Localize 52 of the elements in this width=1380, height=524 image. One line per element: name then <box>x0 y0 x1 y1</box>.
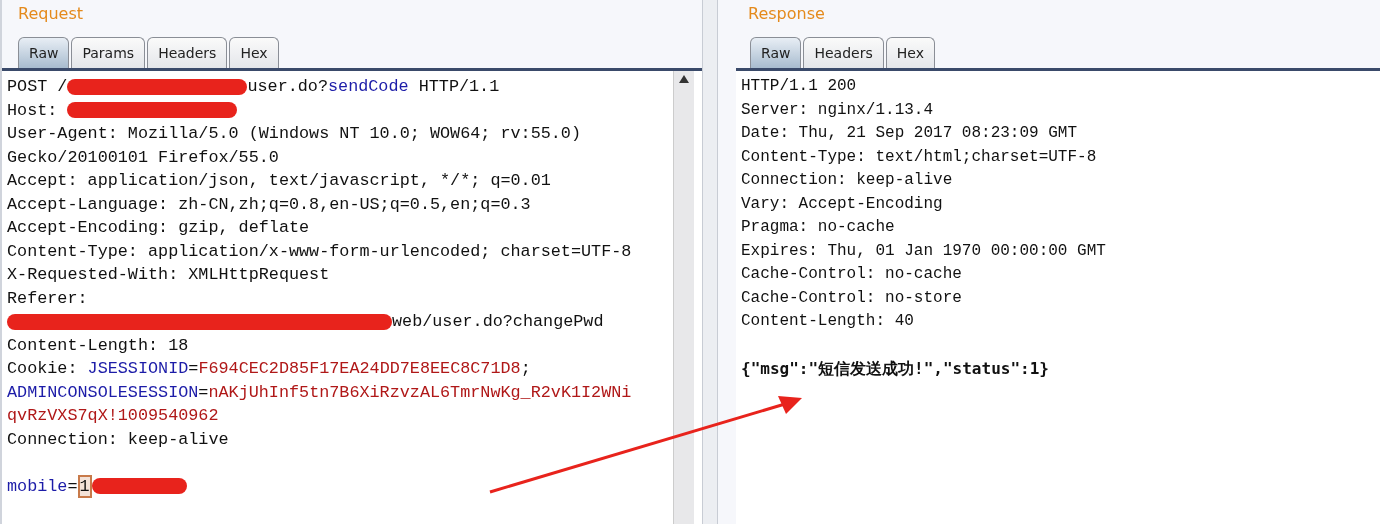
selected-text: 1 <box>77 474 92 498</box>
tab[interactable]: Hex <box>229 37 279 68</box>
param-value: F694CEC2D85F17EA24DD7E8EEC8C71D8 <box>198 359 521 378</box>
text: ; <box>520 359 531 378</box>
text: = <box>198 382 209 402</box>
text: Host: <box>7 100 59 120</box>
text: Accept-Encoding: gzip, deflate <box>7 218 310 237</box>
param-value: qvRzVXS7qX!1009540962 <box>7 406 219 425</box>
text: = <box>67 476 78 496</box>
param-name: JSESSIONID <box>87 359 189 378</box>
text: web/user.do?changePwd <box>392 312 604 331</box>
text: Content-Type: application/x-www-form-urlencoded; charset=UTF-8 <box>7 241 632 261</box>
param-name: mobile <box>7 476 68 496</box>
text: Connection: keep-alive <box>7 429 229 449</box>
param-name: sendCode <box>328 77 409 96</box>
text: Expires: Thu, 01 Jan 1970 00:00:00 GMT <box>741 241 1106 260</box>
splitter[interactable] <box>702 0 718 524</box>
text: POST / <box>7 77 68 96</box>
tab[interactable]: Raw <box>18 37 70 68</box>
text: Cookie: <box>7 359 79 378</box>
text: user.do? <box>247 77 328 96</box>
text: HTTP/1.1 200 <box>741 77 857 95</box>
text: X-Requested-With: XMLHttpRequest <box>7 265 330 284</box>
text: User-Agent: Mozilla/5.0 (Windows NT 10.0; WOW64; rv:55.0) <box>7 124 581 143</box>
tab[interactable]: Hex <box>885 37 935 68</box>
response-body: {"msg":"短信发送成功!","status":1} <box>741 359 1049 378</box>
tab[interactable]: Headers <box>803 37 884 68</box>
panel-title: Response <box>748 4 825 23</box>
panel-title: Request <box>18 4 83 23</box>
scroll-up-icon[interactable] <box>679 75 689 83</box>
text: Pragma: no-cache <box>741 218 895 236</box>
text: Cache-Control: no-store <box>741 288 962 307</box>
tab[interactable]: Params <box>71 37 146 68</box>
text: Referer: <box>7 288 88 308</box>
text: Gecko/20100101 Firefox/55.0 <box>7 147 279 167</box>
text: Content-Type: text/html;charset=UTF-8 <box>741 147 1097 166</box>
text: HTTP/1.1 <box>417 77 500 96</box>
tab[interactable]: Raw <box>750 37 802 68</box>
scrollbar[interactable] <box>673 71 694 524</box>
text: Vary: Accept-Encoding <box>741 194 943 213</box>
text: Content-Length: 40 <box>741 312 914 330</box>
text: Accept: application/json, text/javascript, */*; q=0.01 <box>7 171 551 190</box>
tab[interactable]: Headers <box>147 37 228 68</box>
text: Connection: keep-alive <box>741 171 953 189</box>
text: Accept-Language: zh-CN,zh;q=0.8,en-US;q=0.5,en;q=0.3 <box>7 194 531 214</box>
text: Date: Thu, 21 Sep 2017 08:23:09 GMT <box>741 124 1078 142</box>
text: Cache-Control: no-cache <box>741 265 962 283</box>
param-name: ADMINCONSOLESESSION <box>7 382 199 402</box>
text: Content-Length: 18 <box>7 335 189 355</box>
param-value: nAKjUhInf5tn7B6XiRzvzAL6TmrNwKg_R2vK1I2WNi <box>208 382 632 402</box>
text: Server: nginx/1.13.4 <box>741 100 934 119</box>
text: = <box>188 359 199 378</box>
